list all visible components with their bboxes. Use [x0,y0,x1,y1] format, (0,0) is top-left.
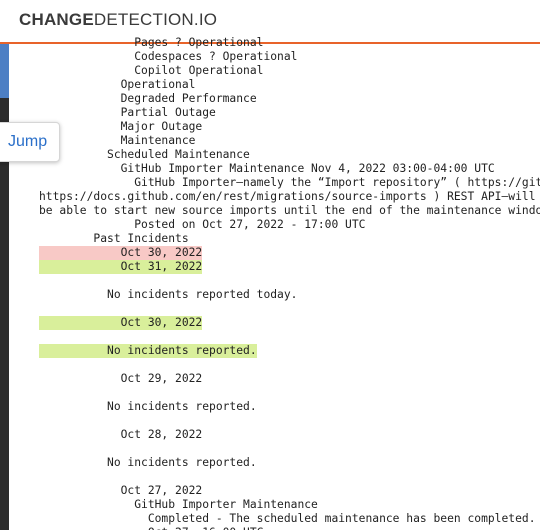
diff-line: Codespaces ? Operational [39,50,297,64]
diff-line: No incidents reported today. [39,288,297,302]
diff-line-text: Oct 30, 2022 [39,316,203,330]
diff-line-text: Scheduled Maintenance [39,148,250,161]
diff-line: No incidents reported. [39,400,257,414]
diff-line: Completed - The scheduled maintenance ha… [39,512,536,526]
diff-line: Posted on Oct 27, 2022 - 17:00 UTC [39,218,365,232]
diff-line-removed: Oct 30, 2022 [39,246,203,260]
diff-line-text: Codespaces ? Operational [39,50,298,63]
diff-line-added: No incidents reported. [39,344,257,358]
diff-line-added: Oct 31, 2022 [39,260,203,274]
diff-line: GitHub Importer Maintenance Nov 4, 2022 … [39,162,495,176]
diff-line: Oct 28, 2022 [39,428,203,442]
diff-line-text: Degraded Performance [39,92,257,105]
diff-line: Major Outage [39,120,203,134]
diff-line: No incidents reported. [39,456,257,470]
diff-line: GitHub Importer—namely the “Import repos… [39,176,540,190]
diff-line-text: Partial Outage [39,106,216,119]
app-logo[interactable]: CHANGEDETECTION.IO [19,10,217,30]
diff-line-text: https://docs.github.com/en/rest/migratio… [39,190,536,203]
diff-line-text: Oct 29, 2022 [39,372,203,385]
sidebar-strip [0,98,9,530]
diff-line-text: Operational [39,78,196,91]
diff-line: Partial Outage [39,106,216,120]
diff-line: Past Incidents [39,232,189,246]
diff-line-text: Oct 31, 2022 [39,260,203,274]
diff-line: GitHub Importer Maintenance [39,498,318,512]
diff-line-text: Oct 27, 16:00 UTC [39,526,264,530]
sidebar-active-strip [0,44,9,98]
diff-line-text: Completed - The scheduled maintenance ha… [39,512,536,525]
diff-line-text: GitHub Importer—namely the “Import repos… [134,176,540,189]
diff-line-text: be able to start new source imports unti… [39,204,540,217]
diff-line-text: Oct 30, 2022 [39,246,203,260]
diff-line: Oct 29, 2022 [39,372,203,386]
diff-line: https://docs.github.com/en/rest/migratio… [39,190,540,204]
diff-line: Maintenance [39,134,196,148]
diff-line: Pages ? Operational [39,36,263,50]
logo-rest-text: DETECTION.IO [93,10,218,29]
diff-line-text: Oct 27, 2022 [39,484,203,497]
diff-line-text: No incidents reported today. [39,288,298,301]
diff-line-text: No incidents reported. [39,456,257,469]
diff-line: Degraded Performance [39,92,257,106]
jump-button[interactable]: Jump [0,122,60,162]
diff-line-text: Maintenance [39,134,196,147]
logo-bold-text: CHANGE [19,10,94,29]
diff-line-text: GitHub Importer Maintenance Nov 4, 2022 … [39,162,495,175]
diff-line-text: No incidents reported. [39,400,257,413]
diff-line-text: Pages ? Operational [39,36,264,49]
diff-line: Copilot Operational [39,64,263,78]
diff-line: Oct 27, 2022 [39,484,203,498]
diff-line: Oct 27, 16:00 UTC [39,526,264,530]
diff-line-text: Major Outage [39,120,203,133]
diff-line: be able to start new source imports unti… [39,204,540,218]
diff-line-text: No incidents reported. [39,344,257,358]
diff-line-added: Oct 30, 2022 [39,316,203,330]
diff-line-text: Copilot Operational [39,64,264,77]
diff-line-text: Oct 28, 2022 [39,428,203,441]
diff-line-text: GitHub Importer Maintenance [39,498,318,511]
diff-line-text: Past Incidents [39,232,189,245]
diff-line-text: Posted on Oct 27, 2022 - 17:00 UTC [39,218,366,231]
diff-line: Scheduled Maintenance [39,148,250,162]
diff-line: Operational [39,78,196,92]
diff-view: Pages ? Operational Codespaces ? Operati… [39,36,540,530]
